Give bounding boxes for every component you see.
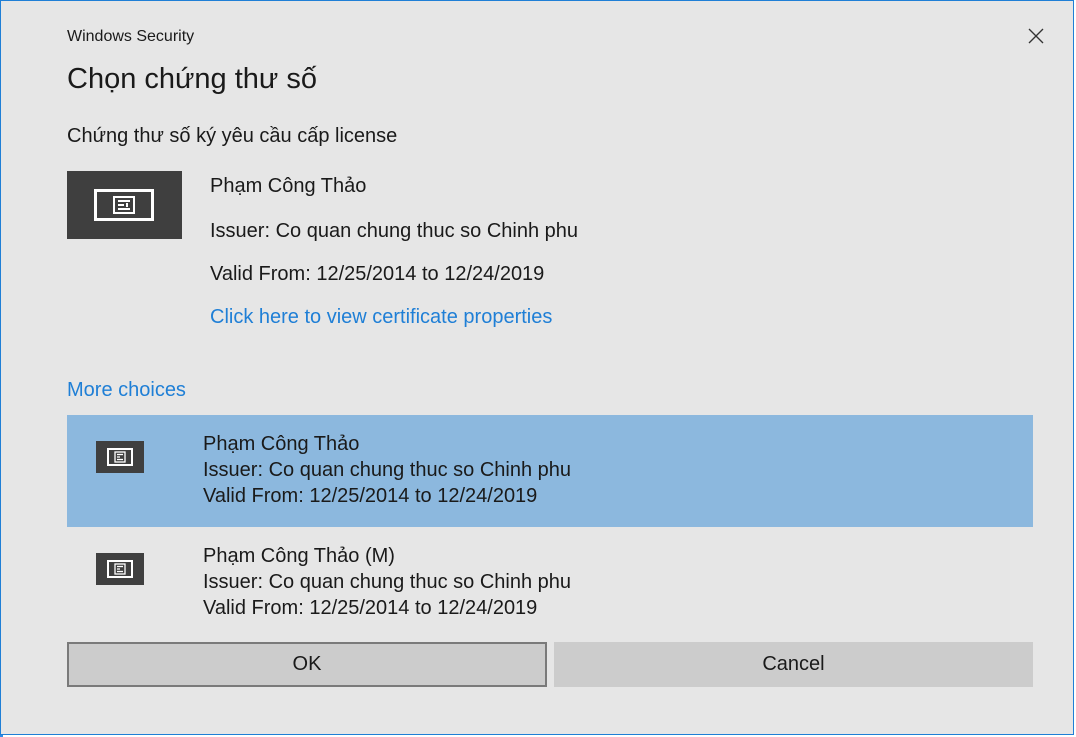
dialog-subtitle: Chứng thư số ký yêu cầu cấp license — [67, 125, 398, 147]
cert-item-name: Phạm Công Thảo (M) — [203, 545, 395, 567]
view-certificate-properties-link[interactable]: Click here to view certificate propertie… — [210, 306, 552, 329]
certificate-list-item[interactable]: Phạm Công Thảo Issuer: Co quan chung thu… — [67, 415, 1033, 527]
certificate-list-item[interactable]: Phạm Công Thảo (M) Issuer: Co quan chung… — [67, 527, 1033, 639]
windows-security-dialog: Windows Security Chọn chứng thư số Chứng… — [0, 0, 1074, 735]
cancel-button[interactable]: Cancel — [554, 642, 1033, 687]
cert-item-issuer: Issuer: Co quan chung thuc so Chinh phu — [203, 571, 572, 593]
dialog-title: Chọn chứng thư số — [67, 63, 318, 95]
more-choices-link[interactable]: More choices — [67, 379, 186, 402]
app-title: Windows Security — [67, 28, 195, 45]
close-button[interactable] — [1021, 23, 1051, 49]
ok-button[interactable]: OK — [67, 642, 547, 687]
cert-item-valid: Valid From: 12/25/2014 to 12/24/2019 — [203, 485, 538, 507]
cert-item-issuer: Issuer: Co quan chung thuc so Chinh phu — [203, 459, 572, 481]
primary-cert-valid: Valid From: 12/25/2014 to 12/24/2019 — [210, 263, 545, 285]
certificate-icon — [96, 441, 144, 473]
certificate-icon — [96, 553, 144, 585]
primary-cert-issuer: Issuer: Co quan chung thuc so Chinh phu — [210, 220, 579, 242]
primary-cert-name: Phạm Công Thảo — [210, 175, 367, 197]
close-icon — [1028, 28, 1044, 44]
cert-item-name: Phạm Công Thảo — [203, 433, 360, 455]
certificate-icon — [67, 171, 182, 239]
cert-item-valid: Valid From: 12/25/2014 to 12/24/2019 — [203, 597, 538, 619]
